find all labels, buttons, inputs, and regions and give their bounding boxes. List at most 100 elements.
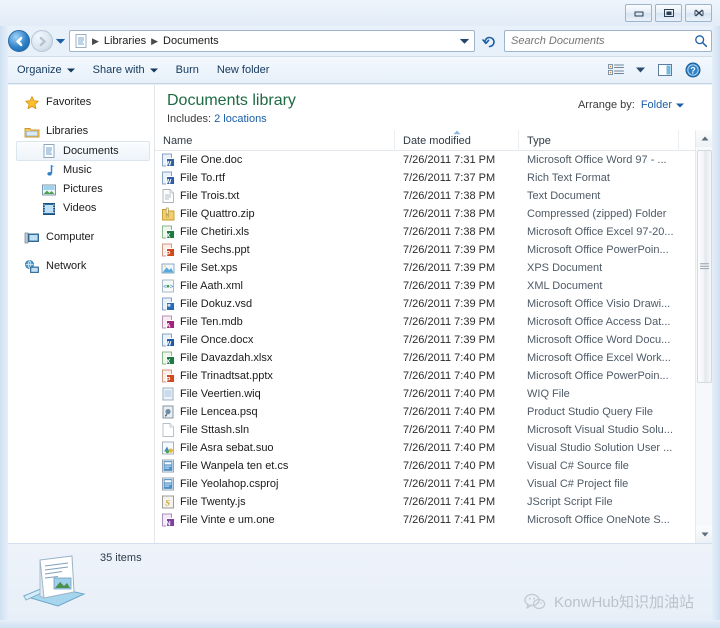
videos-icon [43,202,55,215]
txt-icon [162,189,174,203]
svg-text:A: A [166,322,171,329]
table-row[interactable]: File Quattro.zip 7/26/2011 7:38 PM Compres… [155,205,695,223]
file-date-cell: 7/26/2011 7:41 PM [403,514,496,526]
sidebar-item-computer[interactable]: Computer [8,228,154,247]
scrollbar-thumb[interactable] [697,150,712,383]
preview-pane-button[interactable] [652,60,678,80]
address-bar[interactable]: ▶ Libraries ▶ Documents [69,30,475,52]
sidebar-item-documents[interactable]: Documents [16,141,150,161]
back-button[interactable] [8,30,30,52]
sidebar-item-music[interactable]: Music [8,161,154,180]
file-name-cell[interactable]: File Trois.txt [155,189,395,203]
change-view-button[interactable] [603,60,629,80]
burn-label: Burn [175,64,199,76]
scroll-down-button[interactable] [696,526,712,543]
vertical-scrollbar[interactable] [695,130,712,543]
table-row[interactable]: S File Twenty.js 7/26/2011 7:41 PM JScript … [155,493,695,511]
minimize-button[interactable] [625,4,652,22]
table-row[interactable]: File Lencea.psq 7/26/2011 7:40 PM Product … [155,403,695,421]
help-button[interactable]: ? [680,59,706,81]
file-name-cell[interactable]: File Yeolahop.csproj [155,477,395,491]
sidebar-item-videos[interactable]: Videos [8,199,154,218]
includes-locations-link[interactable]: 2 locations [214,113,267,125]
column-header-name[interactable]: Name [155,130,395,151]
table-row[interactable]: X File Davazdah.xlsx 7/26/2011 7:40 PM Micr… [155,349,695,367]
file-name-cell[interactable]: File Dokuz.vsd [155,297,395,311]
table-row[interactable]: W File To.rtf 7/26/2011 7:37 PM Rich Text F… [155,169,695,187]
table-row[interactable]: W File One.doc 7/26/2011 7:31 PM Microsoft … [155,151,695,169]
file-name-cell[interactable]: W File Once.docx [155,333,395,347]
scroll-up-button[interactable] [696,130,712,147]
nav-group-computer: Computer [8,228,154,247]
one-icon: N [162,513,175,527]
file-name-cell[interactable]: File Asra sebat.suo [155,441,395,455]
file-name-cell[interactable]: File Quattro.zip [155,207,395,221]
close-icon [694,9,703,17]
table-row[interactable]: File Sttash.sln 7/26/2011 7:40 PM Microsof… [155,421,695,439]
column-header-date-modified[interactable]: Date modified [395,130,519,151]
organize-button[interactable]: Organize [8,60,84,80]
file-name-cell[interactable]: W File To.rtf [155,171,395,185]
close-button[interactable] [685,4,712,22]
search-input[interactable] [511,35,694,47]
address-dropdown-button[interactable] [456,38,472,44]
maximize-button[interactable] [655,4,682,22]
file-name-cell[interactable]: S File Twenty.js [155,495,395,509]
mdb-icon: A [162,315,175,329]
new-folder-button[interactable]: New folder [208,60,279,80]
recent-pages-button[interactable] [54,30,67,52]
refresh-button[interactable] [478,30,500,52]
sidebar-item-libraries[interactable]: Libraries [8,122,154,141]
view-dropdown-button[interactable] [631,64,650,76]
file-name-cell[interactable]: File Lencea.psq [155,405,395,419]
table-row[interactable]: P File Trinadtsat.pptx 7/26/2011 7:40 PM Mi… [155,367,695,385]
table-row[interactable]: File Wanpela ten et.cs 7/26/2011 7:40 PM V… [155,457,695,475]
details-pane: 35 items [8,543,712,620]
file-name-cell[interactable]: File Wanpela ten et.cs [155,459,395,473]
burn-button[interactable]: Burn [167,60,208,80]
breadcrumb-documents[interactable]: Documents [159,34,223,48]
file-name-cell[interactable]: P File Sechs.ppt [155,243,395,257]
cs-icon [162,477,174,491]
column-header-type[interactable]: Type [519,130,679,151]
file-name-cell[interactable]: A File Ten.mdb [155,315,395,329]
file-name-label: File Once.docx [180,334,254,346]
share-with-button[interactable]: Share with [84,60,167,80]
forward-button[interactable] [31,30,53,52]
arrange-by-dropdown[interactable]: Folder [641,99,684,111]
file-name-cell[interactable]: File Veertien.wiq [155,387,395,401]
file-type-cell: Microsoft Office Word Docu... [527,334,671,346]
sidebar-item-network[interactable]: Network [8,257,154,276]
file-name-cell[interactable]: X File Davazdah.xlsx [155,351,395,365]
file-name-cell[interactable]: X File Chetiri.xls [155,225,395,239]
table-row[interactable]: File Dokuz.vsd 7/26/2011 7:39 PM Microsoft… [155,295,695,313]
table-row[interactable]: N File Vinte e um.one 7/26/2011 7:41 PM Mic… [155,511,695,529]
file-name-cell[interactable]: N File Vinte e um.one [155,513,395,527]
table-row[interactable]: < > File Aath.xml 7/26/2011 7:39 PM XML Doc… [155,277,695,295]
search-box[interactable] [504,30,712,52]
table-row[interactable]: File Veertien.wiq 7/26/2011 7:40 PM WIQ Fi… [155,385,695,403]
table-row[interactable]: File Asra sebat.suo 7/26/2011 7:40 PM Visu… [155,439,695,457]
doc-icon: W [162,153,175,167]
sidebar-item-pictures[interactable]: Pictures [8,180,154,199]
table-row[interactable]: File Yeolahop.csproj 7/26/2011 7:41 PM Vis… [155,475,695,493]
file-name-cell[interactable]: W File One.doc [155,153,395,167]
table-row[interactable]: X File Chetiri.xls 7/26/2011 7:38 PM Micros… [155,223,695,241]
search-icon[interactable] [694,34,708,48]
star-icon [25,95,39,109]
breadcrumb-libraries[interactable]: Libraries [100,34,150,48]
xls-icon: X [162,225,175,239]
sidebar-item-favorites[interactable]: Favorites [8,93,154,112]
table-row[interactable]: P File Sechs.ppt 7/26/2011 7:39 PM Microsof… [155,241,695,259]
table-row[interactable]: File Trois.txt 7/26/2011 7:38 PM Text Docu… [155,187,695,205]
file-name-label: File To.rtf [180,172,226,184]
file-name-cell[interactable]: < > File Aath.xml [155,279,395,293]
file-name-cell[interactable]: P File Trinadtsat.pptx [155,369,395,383]
table-row[interactable]: A File Ten.mdb 7/26/2011 7:39 PM Microsoft … [155,313,695,331]
file-name-cell[interactable]: File Sttash.sln [155,423,395,437]
file-list[interactable]: W File One.doc 7/26/2011 7:31 PM Microsoft … [155,151,695,543]
chevron-down-icon [676,103,684,107]
file-name-cell[interactable]: File Set.xps [155,261,395,275]
table-row[interactable]: W File Once.docx 7/26/2011 7:39 PM Microsof… [155,331,695,349]
table-row[interactable]: File Set.xps 7/26/2011 7:39 PM XPS Documen… [155,259,695,277]
